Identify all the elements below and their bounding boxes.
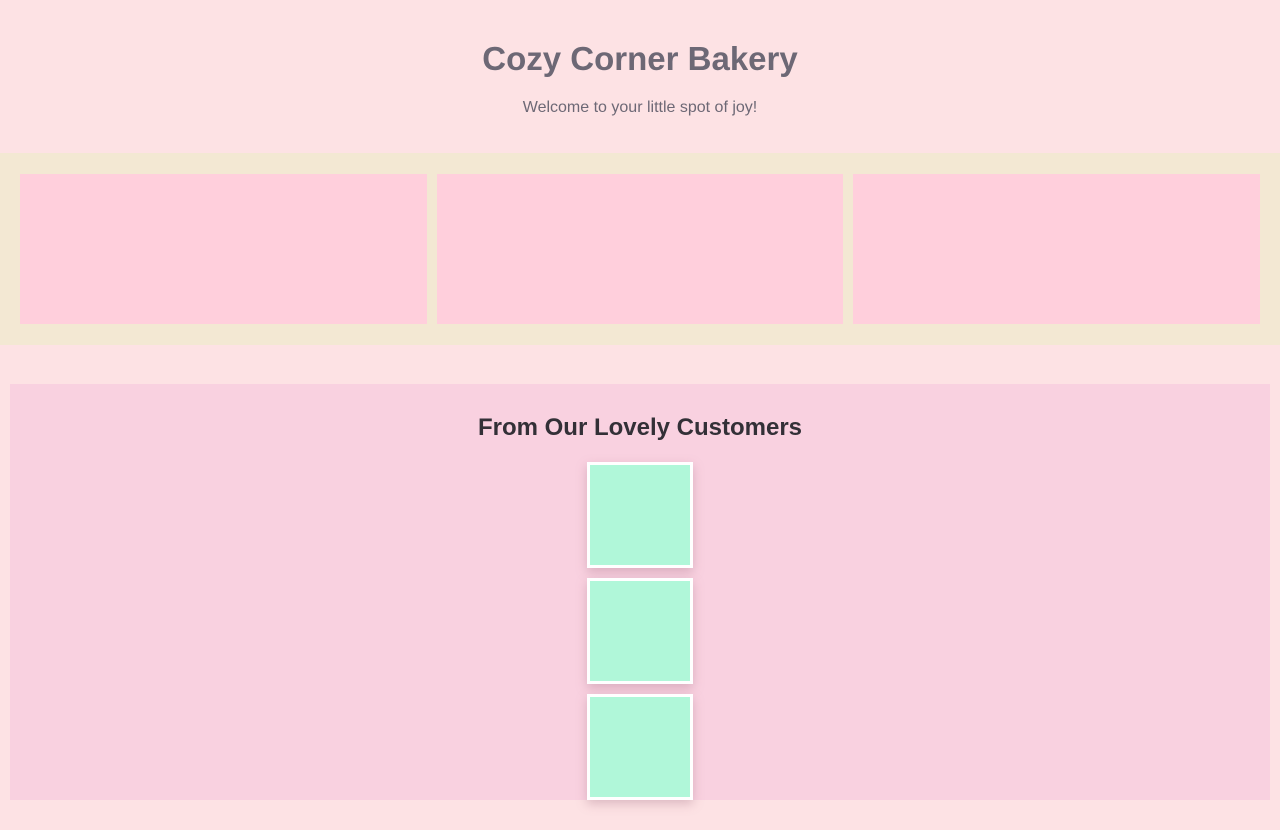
customer-photo-3 <box>587 694 693 800</box>
gallery-image-1 <box>20 174 427 324</box>
site-title: Cozy Corner Bakery <box>482 40 798 77</box>
gallery-image-2 <box>437 174 843 324</box>
testimonials-section: From Our Lovely Customers <box>10 384 1270 800</box>
customer-photo-1 <box>587 462 693 568</box>
site-header: Cozy Corner Bakery Welcome to your littl… <box>0 0 1280 153</box>
product-gallery <box>0 153 1280 345</box>
customer-photo-2 <box>587 578 693 684</box>
gallery-image-3 <box>853 174 1260 324</box>
testimonials-heading: From Our Lovely Customers <box>477 414 803 441</box>
site-tagline: Welcome to your little spot of joy! <box>522 99 758 116</box>
